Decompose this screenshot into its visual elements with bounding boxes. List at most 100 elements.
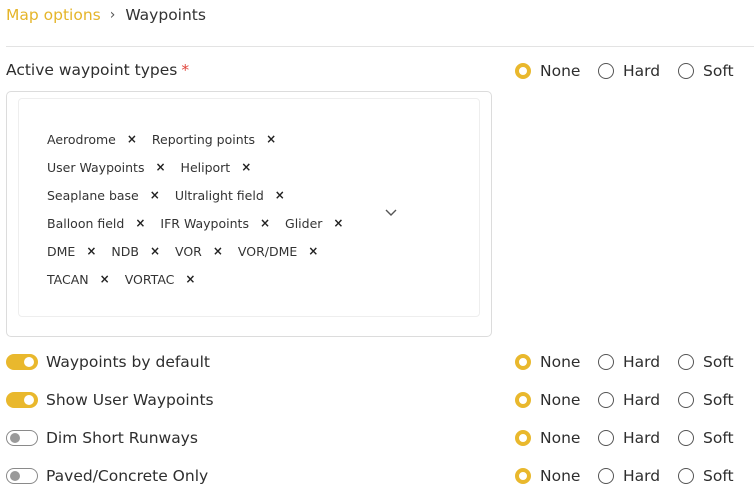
toggle-knob <box>24 395 34 405</box>
radio-option-hard[interactable]: Hard <box>598 391 678 409</box>
tag-vor-dme: VOR/DME × <box>238 244 318 259</box>
radio-button[interactable] <box>515 468 531 484</box>
radio-label: Soft <box>703 62 734 80</box>
radio-button[interactable] <box>678 430 694 446</box>
tag-seaplane-base: Seaplane base × <box>47 188 160 203</box>
radio-option-soft[interactable]: Soft <box>678 62 734 80</box>
radio-label: Hard <box>623 62 661 80</box>
radio-option-soft[interactable]: Soft <box>678 391 734 409</box>
tag-ultralight-field: Ultralight field × <box>175 188 285 203</box>
close-icon[interactable]: × <box>308 244 318 258</box>
tag-label: Seaplane base <box>47 187 139 203</box>
radio-label: Hard <box>623 353 661 371</box>
tag-balloon-field: Balloon field × <box>47 216 145 231</box>
tag-row: Balloon field × IFR Waypoints × Glider × <box>47 214 358 232</box>
tag-vor: VOR × <box>175 244 223 259</box>
toggle-label: Show User Waypoints <box>46 391 214 409</box>
close-icon[interactable]: × <box>150 188 160 202</box>
radio-button[interactable] <box>678 468 694 484</box>
tag-label: Heliport <box>180 159 231 175</box>
close-icon[interactable]: × <box>333 216 343 230</box>
radio-option-none[interactable]: None <box>515 391 598 409</box>
tag-label: NDB <box>111 243 139 259</box>
toggle-switch[interactable] <box>6 354 38 370</box>
tag-label: Ultralight field <box>174 187 264 203</box>
breadcrumb-current: Waypoints <box>125 6 206 24</box>
radio-button[interactable] <box>678 354 694 370</box>
toggle-switch[interactable] <box>6 468 38 484</box>
tag-label: User Waypoints <box>47 159 145 175</box>
radio-button[interactable] <box>678 392 694 408</box>
radio-option-hard[interactable]: Hard <box>598 429 678 447</box>
radio-label: Soft <box>703 391 734 409</box>
radio-label: None <box>540 391 581 409</box>
toggle-switch[interactable] <box>6 430 38 446</box>
required-marker: * <box>181 61 190 79</box>
radio-label: None <box>540 353 581 371</box>
active-waypoint-types-label: Active waypoint types * <box>6 61 189 79</box>
radio-button[interactable] <box>515 354 531 370</box>
breadcrumb: Map options › Waypoints <box>6 5 206 25</box>
radio-button[interactable] <box>598 392 614 408</box>
toggle-row-show-user-waypoints: Show User Waypoints <box>6 390 214 410</box>
radio-option-hard[interactable]: Hard <box>598 62 678 80</box>
tag-label: DME <box>47 243 76 259</box>
radio-option-soft[interactable]: Soft <box>678 353 734 371</box>
radio-label: Hard <box>623 391 661 409</box>
close-icon[interactable]: × <box>213 244 223 258</box>
toggle-label: Paved/Concrete Only <box>46 467 209 485</box>
chevron-down-icon[interactable] <box>384 206 398 218</box>
radio-option-none[interactable]: None <box>515 62 598 80</box>
radio-group-paved-concrete-only: None Hard Soft <box>515 466 754 486</box>
tag-label: Aerodrome <box>47 131 116 147</box>
radio-button[interactable] <box>598 468 614 484</box>
waypoint-types-tag-area[interactable]: Aerodrome × Reporting points × User Waypoint… <box>18 98 480 317</box>
radio-group-show-user-waypoints: None Hard Soft <box>515 390 754 410</box>
close-icon[interactable]: × <box>100 272 110 286</box>
tag-vortac: VORTAC × <box>125 272 196 287</box>
tag-label: Balloon field <box>47 215 125 231</box>
radio-option-hard[interactable]: Hard <box>598 467 678 485</box>
tag-label: VOR/DME <box>237 243 298 259</box>
radio-button[interactable] <box>515 430 531 446</box>
radio-label: None <box>540 467 581 485</box>
radio-label: Soft <box>703 353 734 371</box>
header-divider <box>6 46 754 47</box>
radio-button[interactable] <box>598 354 614 370</box>
radio-option-hard[interactable]: Hard <box>598 353 678 371</box>
waypoint-types-select[interactable]: Aerodrome × Reporting points × User Waypoint… <box>6 91 492 337</box>
toggle-row-dim-short-runways: Dim Short Runways <box>6 428 198 448</box>
tag-ifr-waypoints: IFR Waypoints × <box>160 216 270 231</box>
radio-option-none[interactable]: None <box>515 429 598 447</box>
radio-label: Soft <box>703 429 734 447</box>
radio-button[interactable] <box>598 63 614 79</box>
toggle-row-waypoints-by-default: Waypoints by default <box>6 352 210 372</box>
close-icon[interactable]: × <box>150 244 160 258</box>
radio-button[interactable] <box>515 392 531 408</box>
radio-group-waypoints-by-default: None Hard Soft <box>515 352 754 372</box>
close-icon[interactable]: × <box>266 132 276 146</box>
toggle-switch[interactable] <box>6 392 38 408</box>
tag-label: IFR Waypoints <box>160 215 249 231</box>
close-icon[interactable]: × <box>185 272 195 286</box>
tag-ndb: NDB × <box>111 244 160 259</box>
radio-option-soft[interactable]: Soft <box>678 467 734 485</box>
radio-button[interactable] <box>598 430 614 446</box>
close-icon[interactable]: × <box>241 160 251 174</box>
close-icon[interactable]: × <box>127 132 137 146</box>
radio-button[interactable] <box>678 63 694 79</box>
close-icon[interactable]: × <box>275 188 285 202</box>
radio-label: Hard <box>623 467 661 485</box>
close-icon[interactable]: × <box>155 160 165 174</box>
tag-label: VORTAC <box>124 271 175 287</box>
radio-label: Hard <box>623 429 661 447</box>
breadcrumb-map-options-link[interactable]: Map options <box>6 6 101 24</box>
radio-button[interactable] <box>515 63 531 79</box>
tag-dme: DME × <box>47 244 96 259</box>
close-icon[interactable]: × <box>260 216 270 230</box>
radio-option-none[interactable]: None <box>515 467 598 485</box>
radio-option-none[interactable]: None <box>515 353 598 371</box>
close-icon[interactable]: × <box>86 244 96 258</box>
radio-option-soft[interactable]: Soft <box>678 429 734 447</box>
close-icon[interactable]: × <box>135 216 145 230</box>
